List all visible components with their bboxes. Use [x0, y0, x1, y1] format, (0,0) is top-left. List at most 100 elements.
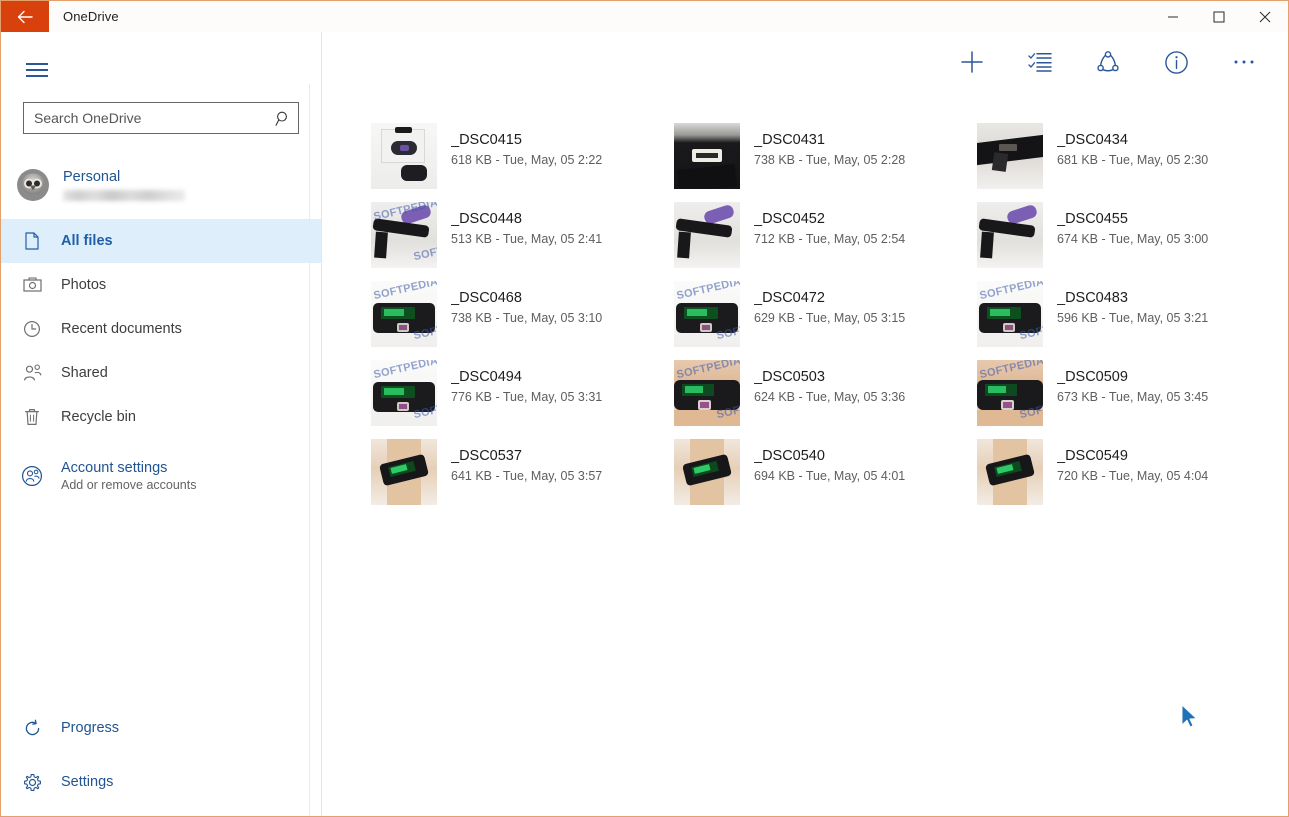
add-button[interactable] [938, 34, 1006, 90]
file-name: _DSC0452 [754, 211, 825, 227]
file-thumbnail: SOFTPEDIA SOFTPEDIA [674, 360, 740, 426]
back-arrow-icon [17, 10, 33, 23]
file-item[interactable]: _DSC0540 694 KB - Tue, May, 05 4:01 [674, 438, 977, 517]
file-item[interactable]: _DSC0537 641 KB - Tue, May, 05 3:57 [371, 438, 674, 517]
sidebar-item-photos[interactable]: Photos [1, 263, 321, 307]
file-subtitle: 738 KB - Tue, May, 05 2:28 [754, 153, 906, 167]
account-row[interactable]: Personal [1, 161, 321, 209]
search-box[interactable] [23, 102, 299, 134]
file-thumbnail [674, 202, 740, 268]
minimize-button[interactable] [1150, 1, 1196, 32]
sidebar-item-shared[interactable]: Shared [1, 351, 321, 395]
people-icon [21, 364, 43, 382]
hamburger-bar [26, 63, 48, 65]
file-name: _DSC0537 [451, 448, 522, 464]
file-meta: _DSC0537 641 KB - Tue, May, 05 3:57 [451, 439, 602, 483]
file-item[interactable]: SOFTPEDIA SOFTPEDIA _DSC0509 673 KB - Tue, … [977, 359, 1280, 438]
sidebar-item-recycle-bin[interactable]: Recycle bin [1, 395, 321, 439]
file-item[interactable]: _DSC0452 712 KB - Tue, May, 05 2:54 [674, 201, 977, 280]
file-name: _DSC0509 [1057, 369, 1128, 385]
plus-icon [961, 51, 983, 73]
file-subtitle: 596 KB - Tue, May, 05 3:21 [1057, 311, 1209, 325]
file-meta: _DSC0415 618 KB - Tue, May, 05 2:22 [451, 123, 602, 167]
sidebar-item-label: Account settings [61, 460, 168, 476]
close-button[interactable] [1242, 1, 1288, 32]
file-item[interactable]: _DSC0455 674 KB - Tue, May, 05 3:00 [977, 201, 1280, 280]
info-button[interactable] [1142, 34, 1210, 90]
sidebar-item-all-files[interactable]: All files [1, 219, 321, 263]
file-name: _DSC0455 [1057, 211, 1128, 227]
file-item[interactable]: SOFTPEDIA SOFTPEDIA _DSC0472 629 KB - Tue, … [674, 280, 977, 359]
file-item[interactable]: SOFTPEDIA SOFTPEDIA _DSC0448 513 KB - Tue, … [371, 201, 674, 280]
window-controls [1150, 1, 1288, 32]
mouse-pointer-icon [1180, 704, 1200, 730]
file-thumbnail [977, 123, 1043, 189]
sidebar-item-account-settings[interactable]: Account settings Add or remove accounts [1, 449, 321, 503]
avatar-beak [30, 185, 36, 191]
more-options-button[interactable] [1210, 34, 1278, 90]
maximize-icon [1213, 11, 1225, 22]
file-thumbnail: SOFTPEDIA SOFTPEDIA [977, 281, 1043, 347]
clock-icon [21, 320, 43, 338]
scrollbar-track [309, 84, 310, 816]
sidebar-item-label: Recycle bin [61, 409, 136, 425]
share-icon [1097, 51, 1119, 72]
share-button[interactable] [1074, 34, 1142, 90]
file-name: _DSC0434 [1057, 132, 1128, 148]
file-item[interactable]: SOFTPEDIA SOFTPEDIA _DSC0483 596 KB - Tue, … [977, 280, 1280, 359]
file-meta: _DSC0503 624 KB - Tue, May, 05 3:36 [754, 360, 905, 404]
file-meta: _DSC0540 694 KB - Tue, May, 05 4:01 [754, 439, 905, 483]
account-circle-icon [21, 465, 43, 487]
file-item[interactable]: SOFTPEDIA SOFTPEDIA _DSC0468 738 KB - Tue, … [371, 280, 674, 359]
file-subtitle: 624 KB - Tue, May, 05 3:36 [754, 390, 906, 404]
file-subtitle: 629 KB - Tue, May, 05 3:15 [754, 311, 906, 325]
sidebar-item-label: Recent documents [61, 321, 182, 337]
document-icon [21, 232, 43, 250]
sidebar-scrollbar[interactable] [306, 84, 313, 816]
file-grid: _DSC0415 618 KB - Tue, May, 05 2:22 _DSC04… [371, 122, 1281, 517]
info-icon [1164, 50, 1188, 74]
search-input[interactable] [24, 110, 268, 126]
checklist-icon [1028, 53, 1052, 72]
sidebar-nav: All files Photos Recent documents Shared… [1, 219, 321, 503]
file-meta: _DSC0452 712 KB - Tue, May, 05 2:54 [754, 202, 905, 246]
sidebar-item-recent-documents[interactable]: Recent documents [1, 307, 321, 351]
sidebar-item-progress[interactable]: Progress [1, 701, 321, 755]
trash-icon [21, 408, 43, 426]
sidebar-item-label: Progress [61, 720, 120, 736]
file-meta: _DSC0549 720 KB - Tue, May, 05 4:04 [1057, 439, 1208, 483]
file-item[interactable]: _DSC0415 618 KB - Tue, May, 05 2:22 [371, 122, 674, 201]
file-meta: _DSC0468 738 KB - Tue, May, 05 3:10 [451, 281, 602, 325]
file-subtitle: 720 KB - Tue, May, 05 4:04 [1057, 469, 1209, 483]
file-item[interactable]: SOFTPEDIA SOFTPEDIA _DSC0503 624 KB - Tue, … [674, 359, 977, 438]
file-item[interactable]: _DSC0431 738 KB - Tue, May, 05 2:28 [674, 122, 977, 201]
file-meta: _DSC0448 513 KB - Tue, May, 05 2:41 [451, 202, 602, 246]
sidebar-item-label: All files [61, 233, 113, 249]
maximize-button[interactable] [1196, 1, 1242, 32]
search-icon[interactable] [268, 110, 298, 127]
sidebar-item-sublabel: Add or remove accounts [61, 478, 197, 492]
file-item[interactable]: SOFTPEDIA SOFTPEDIA _DSC0494 776 KB - Tue, … [371, 359, 674, 438]
file-thumbnail [371, 123, 437, 189]
main-content: _DSC0415 618 KB - Tue, May, 05 2:22 _DSC04… [322, 32, 1288, 816]
sidebar-item-label: Settings [61, 774, 114, 790]
file-name: _DSC0415 [451, 132, 522, 148]
sidebar-bottom-nav: Progress Settings [1, 701, 321, 816]
file-name: _DSC0549 [1057, 448, 1128, 464]
toolbar [938, 32, 1278, 92]
file-thumbnail [977, 202, 1043, 268]
file-thumbnail [674, 439, 740, 505]
avatar [17, 169, 49, 201]
file-subtitle: 681 KB - Tue, May, 05 2:30 [1057, 153, 1209, 167]
sidebar-item-settings[interactable]: Settings [1, 755, 321, 809]
select-button[interactable] [1006, 34, 1074, 90]
onedrive-window: OneDrive Search OneDrive Personal All fi… [0, 0, 1289, 817]
file-item[interactable]: _DSC0434 681 KB - Tue, May, 05 2:30 [977, 122, 1280, 201]
file-subtitle: 694 KB - Tue, May, 05 4:01 [754, 469, 906, 483]
sidebar: Personal All files [1, 32, 322, 816]
file-item[interactable]: _DSC0549 720 KB - Tue, May, 05 4:04 [977, 438, 1280, 517]
hamburger-menu-icon[interactable] [13, 46, 61, 94]
file-name: _DSC0540 [754, 448, 825, 464]
back-button[interactable] [1, 1, 49, 32]
file-meta: _DSC0455 674 KB - Tue, May, 05 3:00 [1057, 202, 1208, 246]
